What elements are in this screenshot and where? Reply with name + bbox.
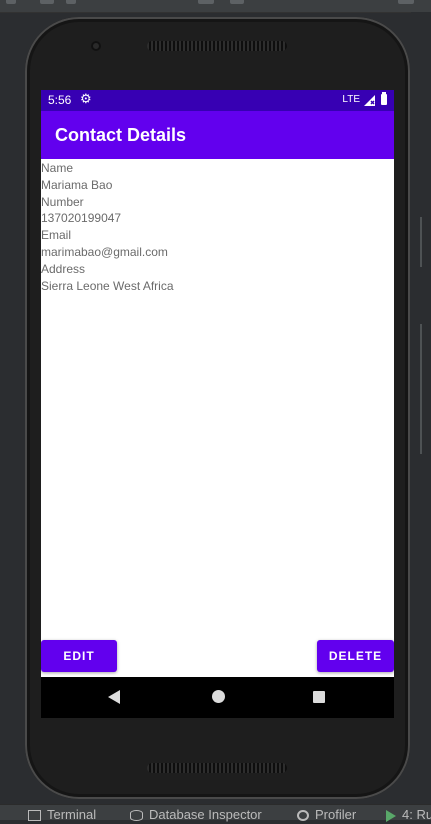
status-time: 5:56 (48, 93, 72, 107)
app-bar: Contact Details (41, 111, 394, 159)
toolbar-icon[interactable] (40, 0, 54, 4)
home-icon[interactable] (212, 690, 225, 703)
gear-icon: ⚙ (80, 91, 92, 106)
gutter-marker (420, 217, 422, 267)
name-value: Mariama Bao (41, 177, 113, 192)
back-icon[interactable] (108, 690, 120, 704)
ide-bottom-toolbar: Terminal Database Inspector Profiler 4: … (0, 804, 431, 822)
search-icon[interactable] (230, 0, 244, 4)
tab-run[interactable]: 4: Ru (386, 806, 431, 824)
address-label: Address (41, 261, 86, 276)
signal-icon (364, 95, 375, 106)
run-icon (386, 809, 396, 822)
toolbar-icon[interactable] (398, 0, 414, 4)
tab-database-inspector-label: Database Inspector (149, 807, 262, 822)
network-type: LTE (342, 94, 360, 105)
tab-terminal-label: Terminal (47, 807, 97, 822)
terminal-icon (28, 810, 41, 822)
recents-icon[interactable] (313, 691, 325, 703)
navigation-bar (41, 677, 394, 718)
email-value: marimabao@gmail.com (41, 244, 168, 259)
toolbar-icon[interactable] (6, 0, 16, 4)
top-speaker (147, 41, 287, 51)
address-value: Sierra Leone West Africa (41, 278, 174, 293)
number-value: 137020199047 (41, 211, 122, 226)
tab-run-label: 4: Ru (402, 807, 431, 822)
page-title: Contact Details (55, 125, 187, 145)
battery-icon (381, 92, 387, 105)
device-screen: 5:56 ⚙ LTE Contact Details Name Mariama … (41, 90, 394, 718)
toolbar-icon[interactable] (198, 0, 214, 4)
email-label: Email (41, 228, 72, 243)
tab-profiler[interactable]: Profiler (297, 806, 356, 824)
name-label: Name (41, 161, 74, 175)
status-bar: 5:56 ⚙ LTE (41, 90, 394, 111)
profiler-icon (297, 810, 309, 822)
number-label: Number (41, 194, 84, 209)
edit-button[interactable]: EDIT (41, 640, 117, 672)
contact-details: Name Mariama Bao Number 137020199047 Ema… (41, 160, 394, 294)
front-camera (91, 41, 101, 51)
tab-terminal[interactable]: Terminal (28, 806, 96, 824)
database-icon (130, 810, 143, 822)
gutter-marker (420, 324, 422, 454)
tab-profiler-label: Profiler (315, 807, 357, 822)
ide-right-gutter (411, 12, 431, 802)
tab-database-inspector[interactable]: Database Inspector (130, 806, 262, 824)
ide-top-toolbar (0, 0, 431, 13)
delete-button[interactable]: DELETE (317, 640, 394, 672)
bottom-speaker (147, 763, 287, 773)
toolbar-icon[interactable] (66, 0, 76, 4)
